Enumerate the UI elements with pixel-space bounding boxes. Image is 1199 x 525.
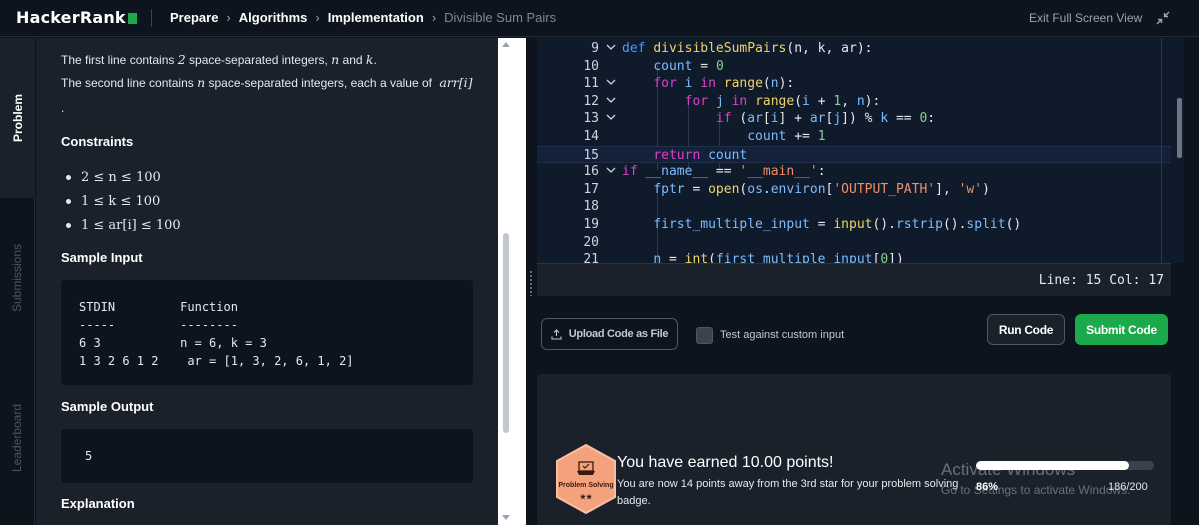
code-text: for i in range(n): bbox=[653, 76, 795, 92]
problem-solving-badge-icon bbox=[556, 444, 616, 514]
constraints-heading: Constraints bbox=[61, 134, 134, 149]
line-number: 19 bbox=[583, 217, 599, 232]
drag-handle-icon[interactable] bbox=[529, 270, 533, 296]
code-line[interactable]: 12 for j in range(i + 1, n): bbox=[537, 93, 1171, 111]
sample-input-box: STDIN Function ----- -------- 6 3 n = 6,… bbox=[61, 280, 473, 385]
sample-input-heading: Sample Input bbox=[61, 250, 143, 265]
line-number: 9 bbox=[591, 41, 599, 56]
line-number: 18 bbox=[583, 199, 599, 215]
breadcrumb-prepare[interactable]: Prepare bbox=[170, 10, 218, 25]
breadcrumb-current-challenge: Divisible Sum Pairs bbox=[444, 10, 557, 25]
fold-chevron-icon[interactable] bbox=[605, 94, 617, 106]
code-line[interactable]: 18 bbox=[537, 198, 1171, 216]
code-line[interactable]: 21 n = int(first_multiple_input[0]) bbox=[537, 251, 1171, 263]
top-bar: HackerRank Prepare › Algorithms › Implem… bbox=[0, 0, 1199, 37]
tab-leaderboard[interactable]: Leaderboard bbox=[0, 358, 35, 518]
breadcrumb: Prepare › Algorithms › Implementation › … bbox=[170, 10, 556, 25]
problem-scrollbar-thumb[interactable] bbox=[503, 233, 509, 433]
cursor-position: Line: 15 Col: 17 bbox=[1038, 273, 1164, 288]
sample-output-box: 5 bbox=[61, 429, 473, 483]
code-text: fptr = open(os.environ['OUTPUT_PATH'], '… bbox=[653, 181, 990, 197]
custom-input-checkbox[interactable] bbox=[696, 327, 713, 344]
constraints-list: 2 ≤ n ≤ 100 1 ≤ k ≤ 100 1 ≤ ar[i] ≤ 100 bbox=[66, 165, 181, 237]
input-format-line-2: The second line contains n space-separat… bbox=[61, 75, 473, 90]
line-number: 14 bbox=[583, 129, 599, 144]
code-text: n = int(first_multiple_input[0]) bbox=[653, 252, 904, 263]
constraint-item: 1 ≤ ar[i] ≤ 100 bbox=[66, 213, 181, 237]
code-line[interactable]: 14 count += 1 bbox=[537, 128, 1171, 146]
editor-ruler bbox=[1161, 38, 1162, 263]
constraint-item: 1 ≤ k ≤ 100 bbox=[66, 189, 181, 213]
code-text: if (ar[i] + ar[j]) % k == 0: bbox=[715, 111, 936, 127]
header-divider bbox=[151, 9, 152, 27]
sample-input-text: STDIN Function ----- -------- 6 3 n = 6,… bbox=[79, 300, 354, 368]
windows-activation-watermark: Activate Windows bbox=[941, 460, 1076, 479]
right-gutter bbox=[1184, 38, 1199, 525]
code-text: for j in range(i + 1, n): bbox=[684, 93, 881, 109]
code-line[interactable]: 17 fptr = open(os.environ['OUTPUT_PATH']… bbox=[537, 181, 1171, 199]
line-number: 13 bbox=[583, 111, 599, 127]
exit-fullscreen-link[interactable]: Exit Full Screen View bbox=[1029, 11, 1142, 25]
code-line[interactable]: 10 count = 0 bbox=[537, 58, 1171, 76]
code-line[interactable]: 20 bbox=[537, 234, 1171, 252]
run-code-button[interactable]: Run Code bbox=[987, 314, 1065, 345]
problem-statement-panel: The first line contains 2 space-separate… bbox=[36, 38, 498, 525]
code-text: def divisibleSumPairs(n, k, ar): bbox=[622, 41, 873, 56]
windows-activation-hint: Go to Settings to activate Windows. bbox=[941, 483, 1131, 497]
code-line[interactable]: 9 def divisibleSumPairs(n, k, ar): bbox=[537, 40, 1171, 58]
explanation-heading: Explanation bbox=[61, 496, 135, 511]
tab-submissions[interactable]: Submissions bbox=[0, 198, 35, 358]
fold-chevron-icon[interactable] bbox=[605, 111, 617, 123]
sample-output-text: 5 bbox=[85, 449, 93, 463]
editor-scrollbar-thumb[interactable] bbox=[1177, 98, 1182, 158]
code-line[interactable]: 16 if __name__ == '__main__': bbox=[537, 163, 1171, 181]
code-line[interactable]: 19 first_multiple_input = input().rstrip… bbox=[537, 216, 1171, 234]
line-number: 12 bbox=[583, 93, 599, 109]
line-number: 16 bbox=[583, 164, 599, 180]
code-text: first_multiple_input = input().rstrip().… bbox=[653, 217, 1022, 232]
tab-problem[interactable]: Problem bbox=[0, 38, 35, 198]
scroll-up-arrow-icon[interactable] bbox=[502, 42, 510, 47]
line-number: 20 bbox=[583, 234, 599, 250]
hackerrank-logo[interactable]: HackerRank bbox=[16, 8, 137, 27]
breadcrumb-implementation[interactable]: Implementation bbox=[328, 10, 424, 25]
code-line[interactable]: 11 for i in range(n): bbox=[537, 75, 1171, 93]
code-text: if __name__ == '__main__': bbox=[622, 164, 826, 180]
line-number: 15 bbox=[583, 147, 599, 163]
line-number: 11 bbox=[583, 76, 599, 92]
upload-code-button[interactable]: Upload Code as File bbox=[541, 318, 678, 350]
input-format-period: . bbox=[61, 101, 65, 115]
custom-input-label[interactable]: Test against custom input bbox=[720, 329, 844, 341]
line-number: 17 bbox=[583, 181, 599, 197]
chevron-right-icon: › bbox=[431, 10, 437, 25]
fold-chevron-icon[interactable] bbox=[605, 41, 617, 53]
badge-label: Problem Solving bbox=[558, 482, 614, 489]
compress-icon[interactable] bbox=[1155, 10, 1171, 26]
chevron-right-icon: › bbox=[226, 10, 231, 25]
input-format-line-1: The first line contains 2 space-separate… bbox=[61, 52, 377, 67]
sample-output-heading: Sample Output bbox=[61, 399, 154, 414]
code-line[interactable]: 15 return count bbox=[537, 145, 1171, 164]
scroll-down-arrow-icon[interactable] bbox=[502, 515, 510, 520]
line-number: 10 bbox=[583, 58, 599, 74]
fold-chevron-icon[interactable] bbox=[605, 76, 617, 88]
code-editor[interactable]: 9 def divisibleSumPairs(n, k, ar): 10 coun… bbox=[537, 38, 1171, 263]
code-text: return count bbox=[653, 147, 748, 163]
fold-chevron-icon[interactable] bbox=[605, 164, 617, 176]
code-text: count = 0 bbox=[653, 58, 724, 74]
breadcrumb-algorithms[interactable]: Algorithms bbox=[239, 10, 308, 25]
vertical-tab-bar: Problem Submissions Leaderboard bbox=[0, 38, 35, 525]
badge-stars: ★★ bbox=[579, 494, 593, 501]
points-earned-subtitle: You are now 14 points away from the 3rd … bbox=[617, 478, 959, 507]
upload-icon bbox=[551, 328, 562, 340]
code-line[interactable]: 13 if (ar[i] + ar[j]) % k == 0: bbox=[537, 110, 1171, 128]
line-number: 21 bbox=[583, 252, 599, 263]
points-earned-title: You have earned 10.00 points! bbox=[617, 454, 834, 471]
constraint-item: 2 ≤ n ≤ 100 bbox=[66, 165, 181, 189]
logo-square-icon bbox=[127, 13, 137, 24]
chevron-right-icon: › bbox=[315, 10, 320, 25]
submit-code-button[interactable]: Submit Code bbox=[1075, 314, 1168, 345]
code-text: count += 1 bbox=[747, 129, 826, 144]
editor-status-bar: Line: 15 Col: 17 bbox=[537, 263, 1171, 296]
